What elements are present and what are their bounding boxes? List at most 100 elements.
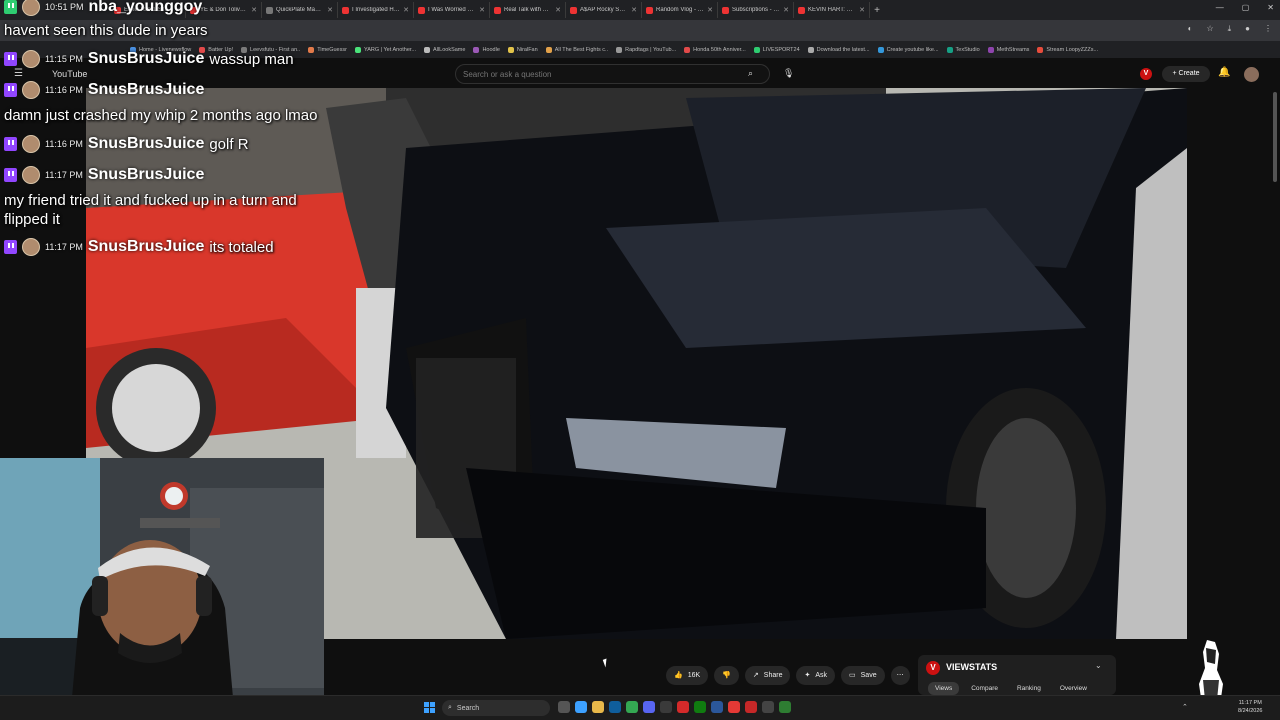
chat-time: 11:16 PM	[45, 139, 83, 149]
microphone-icon[interactable]: 🎙	[783, 68, 794, 79]
like-count: 16K	[687, 671, 701, 679]
bookmark-item[interactable]: AllLookSame	[424, 46, 466, 53]
browser-tab[interactable]: A$AP Rocky Shares Hi✕	[566, 2, 642, 18]
menu-dots-icon[interactable]: ⋮	[1264, 24, 1272, 34]
ask-button[interactable]: ✦ Ask	[796, 665, 836, 685]
browser-tab[interactable]: I Was Worried For Her✕	[414, 2, 490, 18]
bookmark-label: AllLookSame	[433, 46, 466, 53]
task-view-icon[interactable]	[558, 701, 570, 713]
browser-tab[interactable]: Subscriptions - YouTu✕	[718, 2, 794, 18]
scrollbar-thumb[interactable]	[1273, 92, 1277, 182]
xbox-icon[interactable]	[694, 701, 706, 713]
bookmark-item[interactable]: TexStudio	[946, 46, 980, 53]
close-icon[interactable]: ✕	[859, 6, 865, 14]
chevron-down-icon[interactable]: ⌄	[1095, 661, 1102, 670]
webcam-overlay	[0, 458, 324, 720]
bookmark-icon	[987, 46, 994, 53]
chat-username: SnusBrusJuice	[87, 81, 205, 98]
chrome-icon[interactable]	[626, 701, 638, 713]
bookmark-label: Honda 50th Anniver...	[693, 46, 746, 53]
bookmark-item[interactable]: All The Best Fights c..	[545, 46, 608, 53]
chat-time: 11:16 PM	[45, 85, 83, 95]
steam-icon[interactable]	[609, 701, 621, 713]
chat-message: 10:51 PM nba_younggoy	[4, 0, 202, 16]
opera-icon[interactable]	[677, 701, 689, 713]
tab-favicon-icon	[798, 6, 805, 14]
browser-tab[interactable]: Random Vlog - YouTu✕	[642, 2, 718, 18]
github-icon[interactable]	[660, 701, 672, 713]
twitch-icon	[4, 168, 17, 182]
file-explorer-icon[interactable]	[592, 701, 604, 713]
bell-icon[interactable]: 🔔	[1218, 67, 1230, 78]
close-icon[interactable]: ✕	[631, 6, 637, 14]
bookmark-item[interactable]: Stream LoopyZZZs...	[1037, 46, 1098, 53]
taskbar-clock[interactable]: 11:17 PM 8/24/2026	[1238, 699, 1262, 715]
bookmark-item[interactable]: NiralFan	[507, 46, 538, 53]
bookmark-label: NiralFan	[516, 46, 538, 53]
more-actions-button[interactable]: ⋯	[890, 665, 910, 685]
tray-chevron-icon[interactable]: ⌃	[1182, 703, 1188, 711]
search-icon[interactable]: ⌕	[748, 68, 753, 79]
maximize-icon[interactable]: ▢	[1242, 3, 1250, 12]
avatar[interactable]	[1244, 67, 1259, 82]
tab-favicon-icon	[418, 6, 425, 14]
close-icon[interactable]: ✕	[783, 6, 789, 14]
tab-overview[interactable]: Overview	[1053, 682, 1094, 695]
new-tab-icon[interactable]: +	[870, 5, 884, 16]
close-icon[interactable]: ✕	[707, 6, 713, 14]
app-icon[interactable]	[779, 701, 791, 713]
viewstats-logo-icon[interactable]: V	[1140, 68, 1152, 80]
clock-date: 8/24/2026	[1238, 708, 1263, 714]
tab-compare[interactable]: Compare	[964, 682, 1005, 695]
minimize-icon[interactable]: —	[1216, 3, 1224, 12]
bookmark-item[interactable]: Create youtube like...	[877, 46, 939, 53]
taskbar-search[interactable]: ⌕ Search	[442, 700, 550, 716]
bookmark-star-icon[interactable]: ☆	[1206, 24, 1213, 34]
screen: Enkei RPF1 Silver 18x9✕ YE & Don Toliver…	[0, 0, 1280, 720]
avatar	[22, 50, 40, 68]
dislike-button[interactable]: 👎	[714, 665, 739, 685]
extension-icon[interactable]: ◐	[1188, 24, 1193, 34]
bookmark-item[interactable]: Rapdtags | YouTub...	[616, 46, 676, 53]
browser-tab[interactable]: KEVIN HART: Sunday✕	[794, 2, 870, 18]
bookmark-item[interactable]: MethStreams	[987, 46, 1029, 53]
tab-title: Subscriptions - YouTu	[732, 7, 781, 13]
sparkle-icon: ✦	[804, 672, 811, 679]
chat-message-text: havent seen this dude in years	[4, 22, 208, 39]
tab-title: KEVIN HART: Sunday	[808, 7, 856, 13]
share-button[interactable]: ↗ Share	[744, 665, 791, 685]
bookmark-item[interactable]: LIVESPORT24	[753, 46, 800, 53]
bookmark-icon	[877, 46, 884, 53]
taskbar-search-label: Search	[456, 704, 480, 712]
app-icon[interactable]	[728, 701, 740, 713]
tab-title: Random Vlog - YouTu	[656, 7, 705, 13]
bookmark-item[interactable]: Honda 50th Anniver...	[684, 46, 746, 53]
twitch-icon	[4, 240, 17, 254]
app-icon[interactable]	[711, 701, 723, 713]
app-icon[interactable]	[745, 701, 757, 713]
bookmark-item[interactable]: Download the latest...	[807, 46, 870, 53]
save-button[interactable]: ▭ Save	[841, 665, 885, 685]
search-input[interactable]	[455, 64, 770, 84]
tab-ranking[interactable]: Ranking	[1010, 682, 1048, 695]
browser-tab[interactable]: Real Talk with NBA Yo✕	[490, 2, 566, 18]
toolbar-icons: ◐ ☆ ⤓ ● ⋮	[1188, 24, 1272, 34]
bookmark-label: Create youtube like...	[886, 46, 939, 53]
tab-favicon-icon	[646, 6, 653, 14]
create-button[interactable]: + Create	[1162, 66, 1210, 82]
download-icon[interactable]: ⤓	[1228, 24, 1232, 34]
copilot-icon[interactable]	[575, 701, 587, 713]
bookmark-icon	[507, 46, 514, 53]
bookmark-item[interactable]: Hoodle	[473, 46, 500, 53]
chat-username: SnusBrusJuice	[87, 166, 205, 183]
discord-icon[interactable]	[643, 701, 655, 713]
close-window-icon[interactable]: ✕	[1267, 3, 1274, 12]
like-button[interactable]: 👍 16K	[666, 665, 709, 685]
windows-start-icon[interactable]	[424, 702, 435, 713]
tab-views[interactable]: Views	[928, 682, 960, 695]
close-icon[interactable]: ✕	[403, 6, 409, 14]
close-icon[interactable]: ✕	[479, 6, 485, 14]
close-icon[interactable]: ✕	[555, 6, 561, 14]
terminal-icon[interactable]	[762, 701, 774, 713]
profile-icon[interactable]: ●	[1245, 24, 1250, 34]
